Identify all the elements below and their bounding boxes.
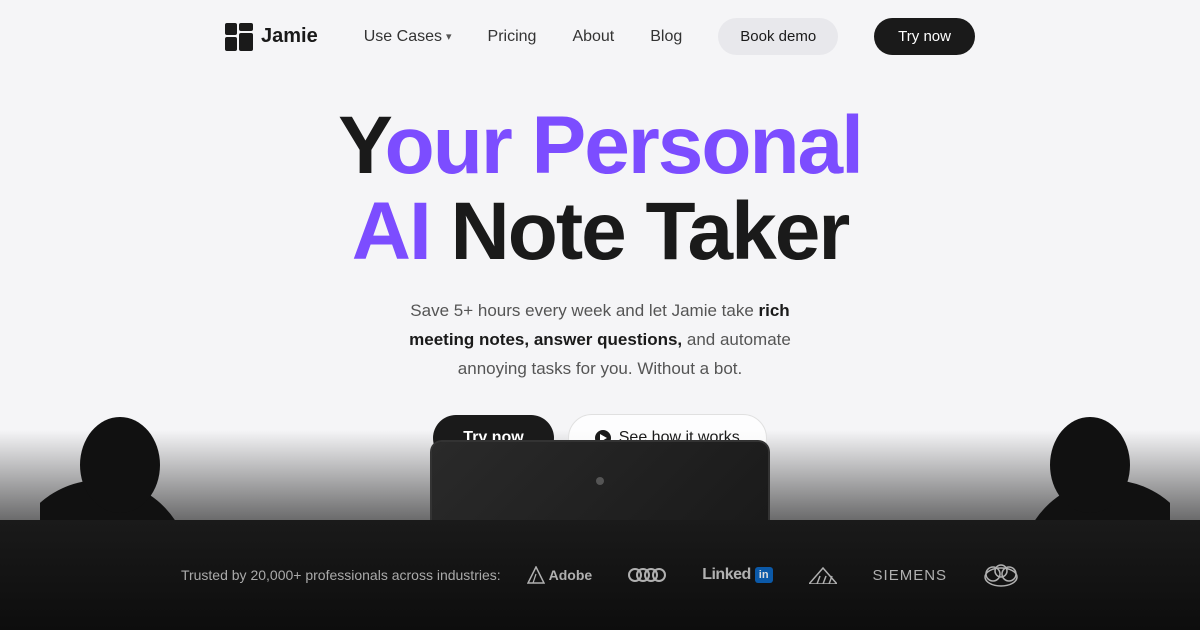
- title-line-2: AI Note Taker: [338, 189, 862, 275]
- phone-mockup: [430, 440, 770, 520]
- logo[interactable]: Jamie: [225, 23, 318, 51]
- phone-screen: [432, 442, 768, 520]
- logo-text: Jamie: [261, 25, 318, 48]
- brand-logos: Adobe Linked in: [527, 563, 1019, 587]
- brand-linkedin: Linked in: [702, 566, 772, 584]
- title-ai: AI: [352, 186, 430, 277]
- brand-audi: [628, 568, 666, 582]
- silhouette-right: [1010, 410, 1170, 520]
- nav-use-cases[interactable]: Use Cases ▾: [364, 28, 452, 46]
- trusted-bar: Trusted by 20,000+ professionals across …: [0, 520, 1200, 630]
- linkedin-in-box: in: [755, 567, 773, 583]
- brand-adidas: [809, 566, 837, 584]
- silhouette-right-svg: [1010, 410, 1170, 520]
- try-now-nav-button[interactable]: Try now: [874, 18, 975, 55]
- hero-title: Your Personal AI Note Taker: [338, 103, 862, 275]
- adobe-label: Adobe: [549, 567, 593, 583]
- hero-subtitle: Save 5+ hours every week and let Jamie t…: [390, 297, 810, 384]
- nav-pricing[interactable]: Pricing: [488, 28, 537, 46]
- phone-camera-dot: [596, 477, 604, 485]
- nav-blog[interactable]: Blog: [650, 28, 682, 46]
- nav-inner: Jamie Use Cases ▾ Pricing About Blog Boo…: [225, 18, 975, 55]
- salesforce-icon: [983, 563, 1019, 587]
- audi-rings: [628, 568, 666, 582]
- adobe-icon: [527, 566, 545, 584]
- title-our-personal: our Personal: [385, 100, 862, 191]
- trusted-text: Trusted by 20,000+ professionals across …: [181, 567, 501, 583]
- linkedin-text: Linked: [702, 566, 751, 584]
- brand-salesforce: [983, 563, 1019, 587]
- nav-about[interactable]: About: [572, 28, 614, 46]
- siemens-label: SIEMENS: [873, 567, 948, 584]
- brand-siemens: SIEMENS: [873, 567, 948, 584]
- book-demo-button[interactable]: Book demo: [718, 18, 838, 55]
- audi-ring-4: [652, 568, 666, 582]
- silhouette-left: [40, 410, 200, 520]
- title-line-1: Your Personal: [338, 103, 862, 189]
- chevron-down-icon: ▾: [446, 30, 452, 43]
- title-note-taker: Note Taker: [430, 186, 849, 277]
- brand-adobe: Adobe: [527, 566, 593, 584]
- logo-icon: [225, 23, 253, 51]
- adidas-icon: [809, 566, 837, 584]
- silhouette-left-svg: [40, 410, 200, 520]
- subtitle-bold: rich meeting notes, answer questions,: [409, 301, 790, 349]
- trusted-bar-content: Trusted by 20,000+ professionals across …: [181, 563, 1019, 587]
- navigation: Jamie Use Cases ▾ Pricing About Blog Boo…: [0, 0, 1200, 73]
- title-y: Y: [338, 100, 385, 191]
